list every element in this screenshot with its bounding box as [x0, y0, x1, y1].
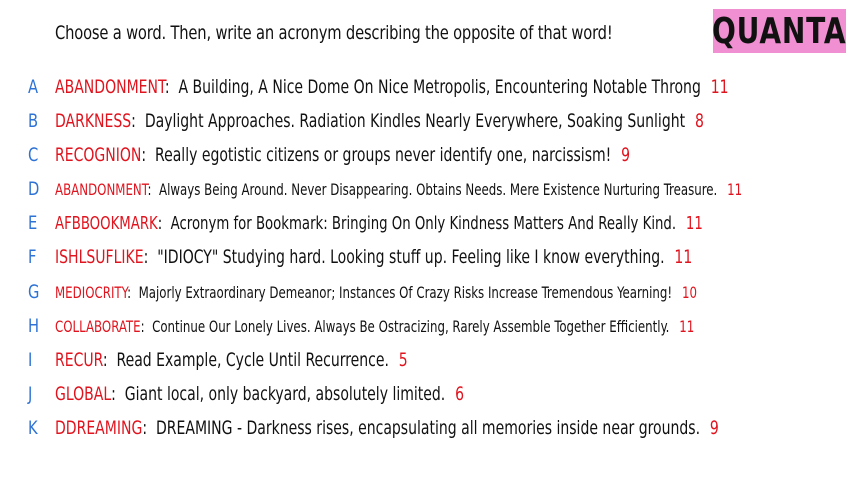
item-letter: H — [28, 315, 40, 337]
item-word: COLLABORATE — [55, 316, 141, 336]
item-acronym: Always Being Around. Never Disappearing.… — [158, 179, 718, 199]
item-letter: C — [28, 144, 39, 166]
item-entry: RECOGNION: Really egotistic citizens or … — [55, 144, 631, 166]
item-letter-count: 11 — [710, 76, 729, 98]
item-entry: COLLABORATE: Continue Our Lonely Lives. … — [55, 316, 695, 336]
item-entry: DARKNESS: Daylight Approaches. Radiation… — [55, 110, 704, 132]
item-letter: F — [28, 246, 37, 268]
item-acronym: "IDIOCY" Studying hard. Looking stuff up… — [157, 246, 665, 268]
item-letter-count: 6 — [455, 383, 465, 405]
item-entry: ABANDONMENT: A Building, A Nice Dome On … — [55, 76, 729, 98]
item-acronym: Acronym for Bookmark: Bringing On Only K… — [170, 212, 677, 234]
item-letter: A — [28, 76, 39, 98]
item-acronym: Giant local, only backyard, absolutely l… — [124, 383, 446, 405]
item-entry: ABANDONMENT: Always Being Around. Never … — [55, 179, 743, 199]
item-letter: E — [28, 212, 38, 234]
item-acronym: Really egotistic citizens or groups neve… — [155, 144, 612, 166]
item-word: DDREAMING — [55, 417, 143, 439]
item-entry: GLOBAL: Giant local, only backyard, abso… — [55, 383, 465, 405]
item-letter-count: 11 — [679, 316, 695, 336]
item-word: ABANDONMENT — [55, 76, 165, 98]
item-letter-count: 9 — [621, 144, 631, 166]
item-entry: AFBBOOKMARK: Acronym for Bookmark: Bring… — [55, 212, 703, 234]
item-letter: J — [28, 383, 33, 405]
item-acronym: Majorly Extraordinary Demeanor; Instance… — [138, 282, 673, 302]
item-letter-count: 11 — [685, 212, 703, 234]
item-word: RECOGNION — [55, 144, 142, 166]
item-letter: G — [28, 281, 40, 303]
item-acronym: DREAMING - Darkness rises, encapsulating… — [155, 417, 701, 439]
item-entry: ISHLSUFLIKE: "IDIOCY" Studying hard. Loo… — [55, 246, 693, 268]
item-word: DARKNESS — [55, 110, 132, 132]
item-word: ISHLSUFLIKE — [55, 246, 144, 268]
item-word: RECUR — [55, 349, 103, 371]
item-acronym: Daylight Approaches. Radiation Kindles N… — [144, 110, 686, 132]
item-letter-count: 9 — [709, 417, 719, 439]
item-entry: RECUR: Read Example, Cycle Until Recurre… — [55, 349, 408, 371]
item-acronym: Read Example, Cycle Until Recurrence. — [116, 349, 389, 371]
item-letter-count: 5 — [398, 349, 408, 371]
item-acronym: A Building, A Nice Dome On Nice Metropol… — [178, 76, 701, 98]
quanta-logo: QUANTA — [712, 9, 847, 53]
item-letter-count: 11 — [727, 179, 743, 199]
item-letter-count: 11 — [674, 246, 693, 268]
item-acronym: Continue Our Lonely Lives. Always Be Ost… — [152, 316, 670, 336]
item-entry: DDREAMING: DREAMING - Darkness rises, en… — [55, 417, 719, 439]
logo-text: QUANTA — [712, 10, 847, 52]
item-entry: MEDIOCRITY: Majorly Extraordinary Demean… — [55, 282, 697, 302]
item-letter: B — [28, 110, 39, 132]
item-letter-count: 8 — [694, 110, 704, 132]
item-letter: I — [28, 349, 33, 371]
item-word: AFBBOOKMARK — [55, 212, 158, 234]
item-letter: D — [28, 178, 40, 200]
item-letter-count: 10 — [681, 282, 697, 302]
item-word: MEDIOCRITY — [55, 282, 128, 302]
item-word: ABANDONMENT — [55, 179, 148, 199]
prompt-text: Choose a word. Then, write an acronym de… — [55, 22, 613, 44]
item-letter: K — [28, 417, 38, 439]
item-word: GLOBAL — [55, 383, 112, 405]
